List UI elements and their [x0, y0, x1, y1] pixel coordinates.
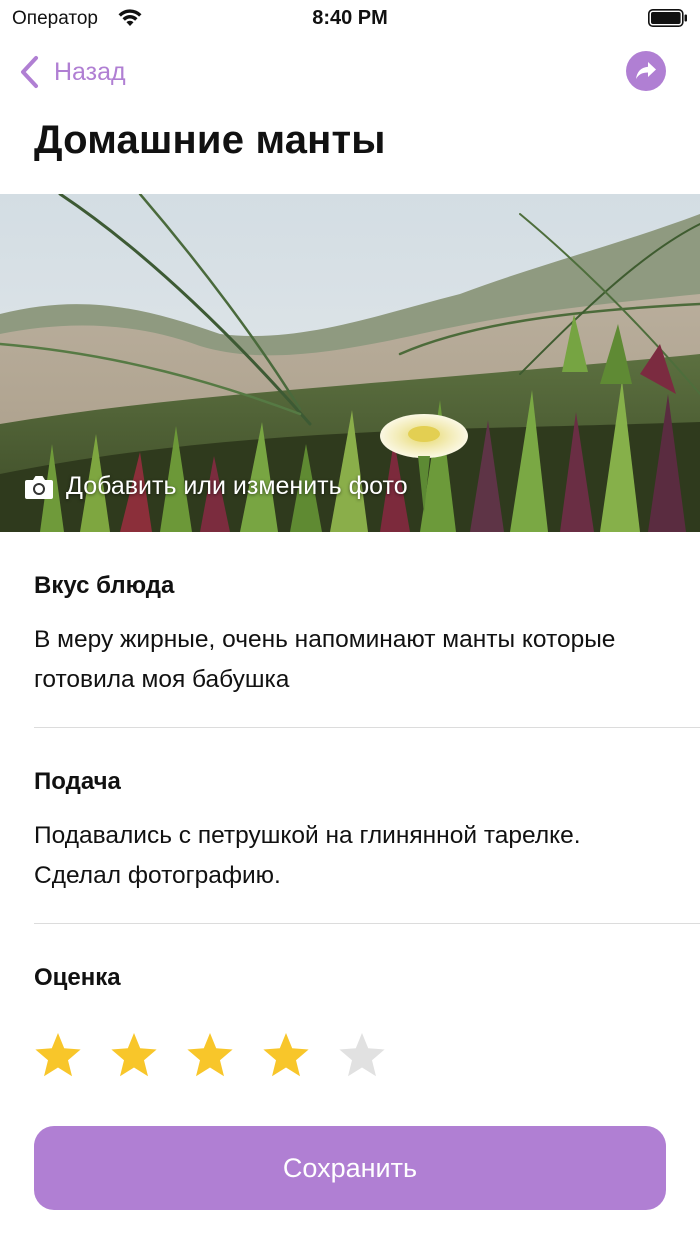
- back-button[interactable]: Назад: [18, 54, 126, 90]
- star-empty-icon[interactable]: [338, 1032, 386, 1078]
- star-filled-icon[interactable]: [34, 1032, 82, 1078]
- divider: [34, 727, 700, 728]
- save-button[interactable]: Сохранить: [34, 1126, 666, 1210]
- share-arrow-icon: [636, 62, 656, 79]
- back-button-label: Назад: [54, 57, 126, 86]
- taste-section: Вкус блюда В меру жирные, очень напомина…: [34, 572, 700, 700]
- divider: [34, 923, 700, 924]
- star-filled-icon[interactable]: [262, 1032, 310, 1078]
- serving-title: Подача: [34, 768, 121, 795]
- navigation-bar: Назад: [0, 44, 700, 100]
- page-title: Домашние манты: [34, 118, 386, 162]
- status-bar: Оператор 8:40 PM: [0, 0, 700, 36]
- star-filled-icon[interactable]: [186, 1032, 234, 1078]
- rating-stars: [34, 1032, 414, 1078]
- serving-text[interactable]: Подавались с петрушкой на глинянной таре…: [34, 816, 614, 896]
- change-photo-label: Добавить или изменить фото: [66, 472, 408, 500]
- taste-title: Вкус блюда: [34, 572, 175, 599]
- taste-text[interactable]: В меру жирные, очень напоминают манты ко…: [34, 620, 634, 700]
- rating-title: Оценка: [34, 964, 121, 991]
- change-photo-button[interactable]: Добавить или изменить фото: [24, 472, 408, 501]
- serving-section: Подача Подавались с петрушкой на глинянн…: [34, 768, 700, 896]
- camera-icon: [25, 475, 53, 499]
- battery-icon: [648, 9, 687, 27]
- chevron-left-icon: [21, 56, 38, 88]
- star-filled-icon[interactable]: [110, 1032, 158, 1078]
- share-button[interactable]: [626, 51, 666, 91]
- status-time: 8:40 PM: [312, 7, 388, 29]
- rating-section: Оценка: [34, 964, 700, 992]
